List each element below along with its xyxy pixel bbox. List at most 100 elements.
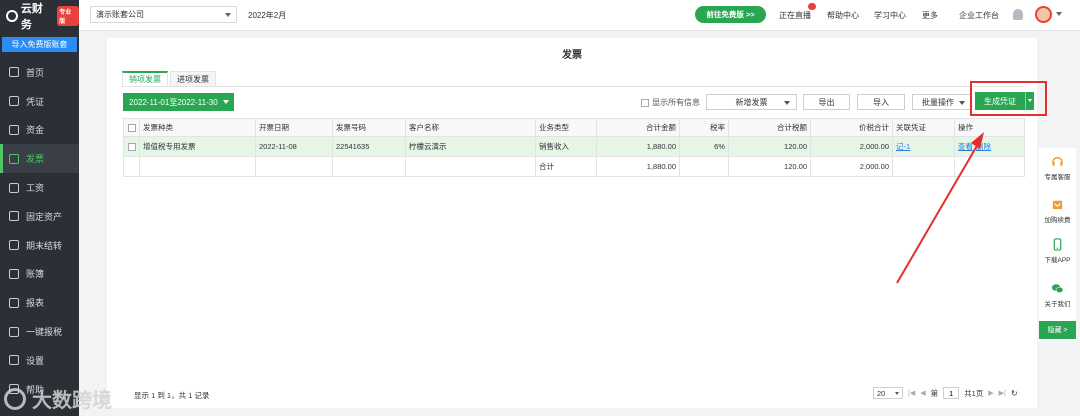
- page-title: 发票: [562, 50, 582, 61]
- page-size-select[interactable]: 20: [873, 387, 903, 399]
- first-page-icon[interactable]: |◀: [908, 389, 915, 397]
- cell-type: [139, 157, 255, 176]
- invoice-icon: [9, 153, 19, 164]
- salary-icon: [9, 182, 19, 193]
- cell-amount: 1,880.00: [596, 157, 679, 176]
- export-button[interactable]: 导出: [803, 94, 850, 110]
- delete-link[interactable]: 删除: [976, 141, 991, 152]
- cell-number: [332, 157, 405, 176]
- tab-output-invoice[interactable]: 销项发票: [122, 71, 168, 86]
- last-page-icon[interactable]: ▶|: [999, 389, 1006, 397]
- page-number-input[interactable]: [943, 387, 960, 399]
- help-center-link[interactable]: 帮助中心: [827, 10, 859, 21]
- cell-actions: 查看 删除: [954, 137, 1025, 156]
- period-close-icon: [9, 240, 19, 251]
- chevron-down-icon: [223, 100, 229, 104]
- sidebar-item-tax[interactable]: 一键报税: [0, 317, 79, 346]
- cell-amount: 1,880.00: [596, 137, 679, 156]
- show-all-checkbox[interactable]: 显示所有信息: [641, 97, 700, 108]
- more-link[interactable]: 更多: [922, 10, 938, 21]
- page-size-value: 20: [877, 388, 886, 398]
- cell-business-type: 销售收入: [535, 137, 596, 156]
- tab-input-invoice[interactable]: 进项发票: [170, 71, 216, 86]
- live-link[interactable]: 正在直播: [779, 10, 811, 21]
- import-free-account-button[interactable]: 导入免费版账套: [2, 37, 77, 52]
- tax-icon: [9, 326, 19, 337]
- refresh-icon[interactable]: ↻: [1011, 389, 1018, 398]
- sidebar-item-settings[interactable]: 设置: [0, 346, 79, 375]
- ledger-icon: [9, 268, 19, 279]
- logo-text: 云财务: [20, 2, 43, 31]
- app-logo[interactable]: 云财务 专业版: [0, 0, 79, 31]
- company-select[interactable]: 演示账套公司: [90, 6, 237, 23]
- voucher-link[interactable]: 记-1: [896, 141, 910, 152]
- batch-operation-button[interactable]: 批量操作: [912, 94, 972, 110]
- headset-icon: [1052, 157, 1063, 166]
- sidebar-item-ledger[interactable]: 账簿: [0, 260, 79, 289]
- row-select-cell[interactable]: [123, 137, 139, 156]
- sidebar-item-funds[interactable]: 资金: [0, 116, 79, 145]
- sidebar-item-label: 期末结转: [26, 240, 63, 251]
- cell-voucher: [892, 157, 954, 176]
- sidebar-item-label: 工资: [26, 183, 45, 194]
- checkbox-icon[interactable]: [641, 98, 649, 107]
- cell-type: 增值税专用发票: [139, 137, 255, 156]
- next-page-icon[interactable]: ▶: [988, 389, 993, 397]
- tool-renew[interactable]: 加购续费: [1039, 198, 1076, 224]
- wechat-icon: [1051, 284, 1064, 293]
- cell-total-label: 合计: [535, 157, 596, 176]
- prev-page-icon[interactable]: ◀: [920, 389, 925, 397]
- learning-center-link[interactable]: 学习中心: [874, 10, 906, 21]
- pagination: 20 |◀ ◀ 第 共1页 ▶ ▶| ↻: [873, 387, 1018, 399]
- new-invoice-label: 新增发票: [735, 97, 768, 107]
- tool-label: 关于我们: [1044, 301, 1071, 308]
- company-name: 演示账套公司: [96, 10, 144, 19]
- col-header: 业务类型: [535, 119, 596, 136]
- show-all-label: 显示所有信息: [652, 98, 700, 107]
- table-header: 发票种类 开票日期 发票号码 客户名称 业务类型 合计金额 税率 合计税额 价税…: [123, 119, 1025, 137]
- batch-operation-label: 批量操作: [922, 97, 954, 107]
- col-header: 合计税额: [728, 119, 810, 136]
- home-icon: [9, 67, 19, 78]
- cell-customer: [405, 157, 535, 176]
- hide-tools-button[interactable]: 隐藏 >: [1039, 321, 1076, 339]
- sidebar-item-label: 账簿: [26, 269, 45, 280]
- sidebar-item-home[interactable]: 首页: [0, 58, 79, 87]
- highlight-box: [970, 81, 1047, 116]
- checkbox-icon[interactable]: [127, 123, 136, 132]
- accounting-period: 2022年2月: [248, 11, 287, 20]
- sidebar-item-voucher[interactable]: 凭证: [0, 87, 79, 116]
- enterprise-workbench-link[interactable]: 企业工作台: [959, 10, 999, 21]
- sidebar-item-report[interactable]: 报表: [0, 288, 79, 317]
- tool-about-us[interactable]: 关于我们: [1039, 282, 1076, 308]
- sidebar-item-salary[interactable]: 工资: [0, 173, 79, 202]
- view-link[interactable]: 查看: [958, 141, 973, 152]
- watermark-logo-icon: [4, 387, 26, 410]
- sidebar-item-label: 资金: [26, 125, 45, 136]
- sidebar-item-fixed-assets[interactable]: 固定资产: [0, 202, 79, 231]
- tool-download-app[interactable]: 下载APP: [1039, 238, 1076, 264]
- tool-label: 加购续费: [1044, 217, 1071, 224]
- tool-label: 专属客服: [1044, 174, 1071, 181]
- date-range-select[interactable]: 2022-11-01至2022-11-30: [123, 93, 234, 111]
- tool-customer-service[interactable]: 专属客服: [1039, 155, 1076, 181]
- sidebar-item-invoice[interactable]: 发票: [0, 144, 79, 174]
- select-all-cell[interactable]: [123, 119, 139, 136]
- record-count: 显示 1 到 1，共 1 记录: [134, 391, 210, 400]
- avatar[interactable]: [1035, 6, 1052, 23]
- checkbox-icon[interactable]: [127, 142, 136, 151]
- col-header: 操作: [954, 119, 1025, 136]
- sidebar-item-period-close[interactable]: 期末结转: [0, 231, 79, 260]
- go-free-version-button[interactable]: 前往免费版 >>: [695, 6, 766, 23]
- bell-icon[interactable]: [1013, 9, 1023, 20]
- tool-label: 下载APP: [1044, 257, 1071, 264]
- cell-actions: [954, 157, 1025, 176]
- chevron-down-icon: [784, 101, 790, 105]
- new-invoice-button[interactable]: 新增发票: [706, 94, 797, 110]
- import-button[interactable]: 导入: [857, 94, 905, 110]
- chevron-down-icon[interactable]: [1056, 12, 1062, 16]
- cell-customer: 柠檬云演示: [405, 137, 535, 156]
- row-select-cell: [123, 157, 139, 176]
- table-row[interactable]: 增值税专用发票 2022-11-08 22541635 柠檬云演示 销售收入 1…: [123, 137, 1025, 157]
- cell-tax-amount: 120.00: [728, 137, 810, 156]
